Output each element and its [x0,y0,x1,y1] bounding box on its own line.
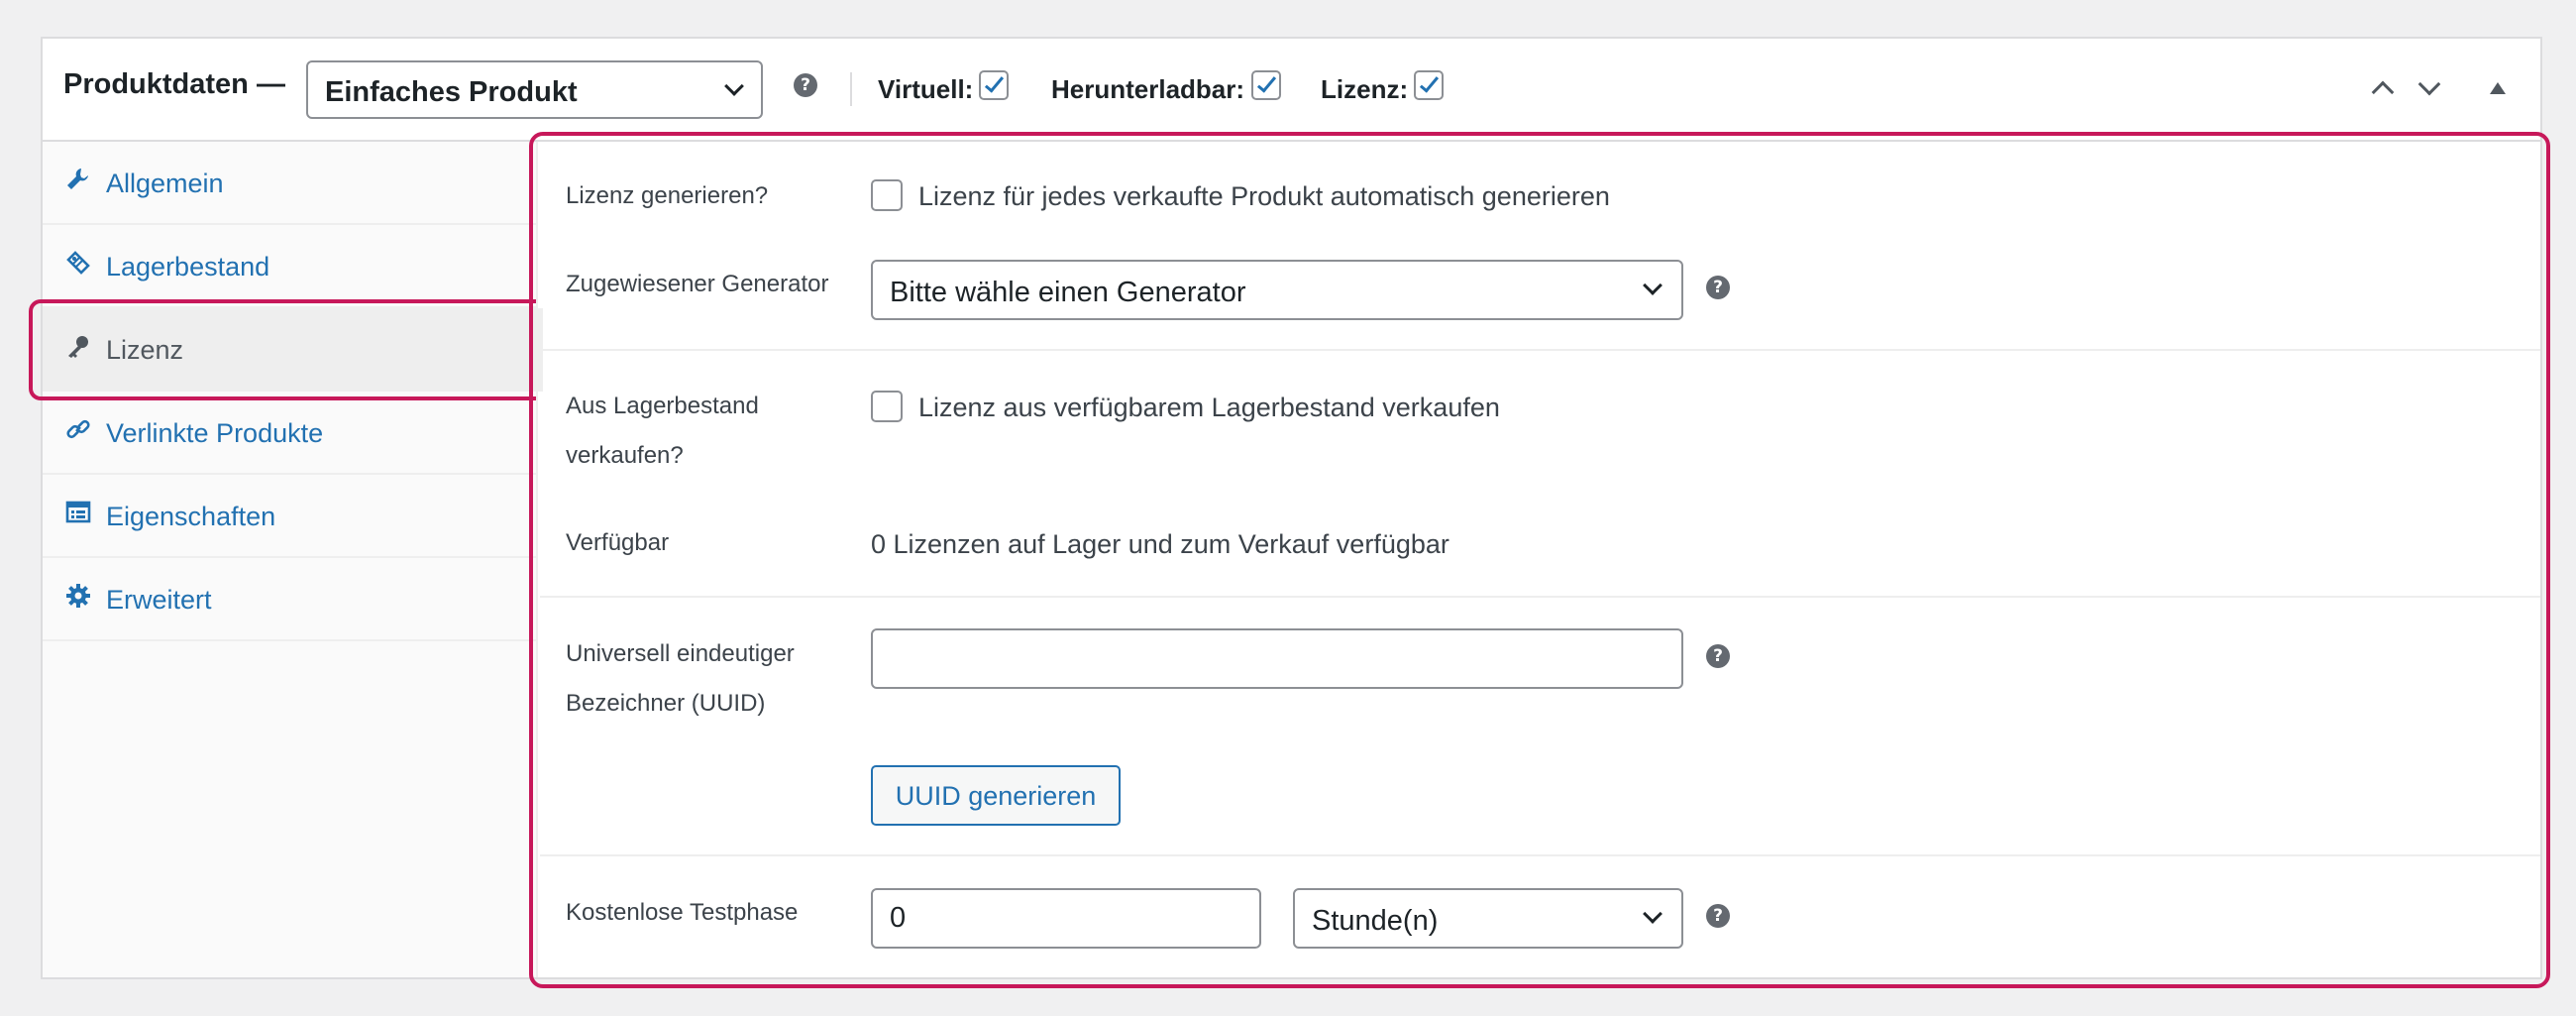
wrench-icon [67,169,88,189]
virtual-checkbox[interactable] [979,70,1009,100]
link-icon [66,419,90,439]
product-type-value: Einfaches Produkt [325,76,578,108]
highlight-outline-tab [29,299,536,400]
toggle-panel-icon[interactable] [2490,82,2506,94]
divider [850,72,852,106]
downloadable-label: Herunterladbar: [1051,74,1245,104]
downloadable-checkbox[interactable] [1251,70,1281,100]
move-up-button[interactable] [2371,76,2395,104]
help-icon[interactable]: ? [794,73,817,97]
tab-attributes[interactable]: Eigenschaften [43,475,536,558]
tab-label: Verlinkte Produkte [106,418,324,448]
list-icon [65,501,91,523]
checkmark-icon [1256,72,1277,93]
tab-general[interactable]: Allgemein [43,142,536,225]
product-data-tabs: Allgemein Lagerbestand Lizenz Verlinkte … [43,142,543,977]
tab-label: Lagerbestand [106,252,270,282]
checkmark-icon [1419,72,1440,93]
license-label: Lizenz: [1321,74,1409,104]
tag-icon [66,251,90,275]
product-type-select[interactable]: Einfaches Produkt [306,60,763,119]
panel-title: Produktdaten — [63,68,285,100]
license-checkbox[interactable] [1414,70,1444,100]
gear-icon [66,584,90,608]
tab-label: Allgemein [106,169,224,198]
move-down-button[interactable] [2417,72,2441,98]
tab-inventory[interactable]: Lagerbestand [43,225,536,308]
tab-label: Erweitert [106,585,212,615]
chevron-down-icon [2417,72,2441,96]
tab-label: Eigenschaften [106,502,276,531]
tab-linked-products[interactable]: Verlinkte Produkte [43,392,536,475]
tab-advanced[interactable]: Erweitert [43,558,536,641]
panel-header: Produktdaten — Einfaches Produkt ? Virtu… [43,39,2540,142]
checkmark-icon [984,72,1005,93]
chevron-up-icon [2371,80,2395,104]
chevron-down-icon [724,76,744,96]
virtual-label: Virtuell: [878,74,974,104]
highlight-outline-main [529,132,2550,988]
